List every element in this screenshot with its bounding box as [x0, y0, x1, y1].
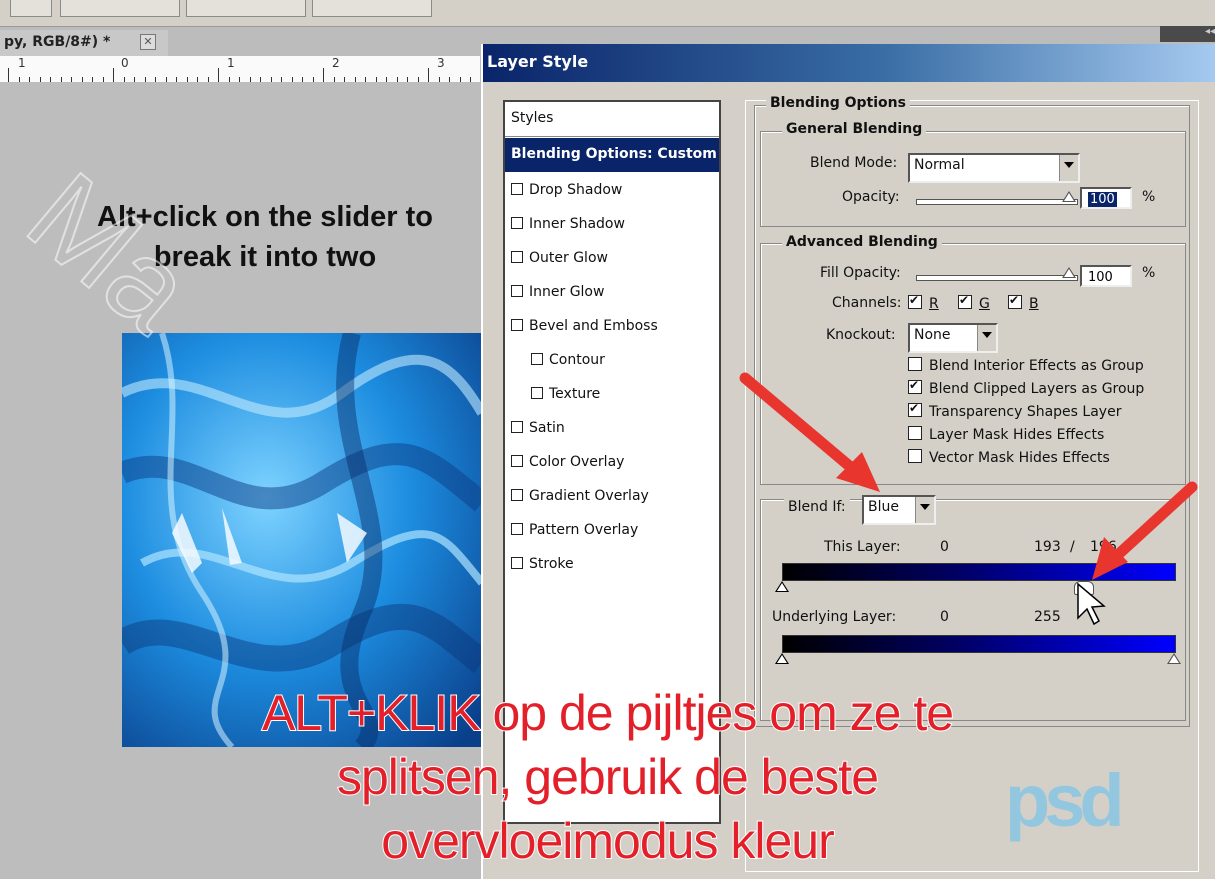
caption-line: splitsen, gebruik de beste	[336, 748, 880, 806]
watermark-text: Ma	[2, 146, 218, 358]
caption-line: overvloeimodus kleur	[380, 812, 835, 870]
caption-line: ALT+KLIK op de pijltjes om ze te	[0, 684, 1215, 742]
caption-segment: ALT+KLIK	[261, 684, 482, 742]
caption-segment: op de pijltjes om ze te	[491, 684, 955, 742]
red-arrow-icon	[1092, 481, 1198, 580]
red-arrow-icon	[739, 372, 880, 492]
mouse-cursor-icon	[1077, 582, 1106, 626]
svg-text:Ma: Ma	[3, 147, 217, 357]
